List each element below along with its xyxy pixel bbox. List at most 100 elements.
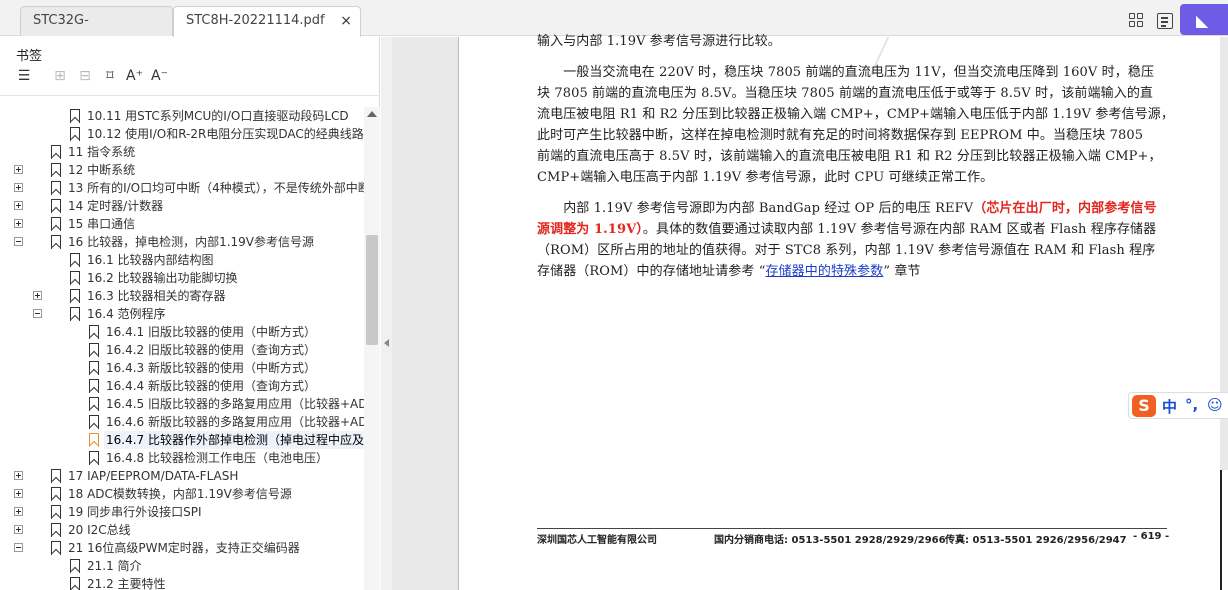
bookmark-item[interactable]: 19 同步串行外设接口SPI: [0, 503, 364, 521]
scroll-up-icon[interactable]: [367, 111, 377, 117]
expand-all-icon[interactable]: ☰: [16, 68, 32, 84]
bookmark-label: 16.2 比较器输出功能脚切换: [87, 271, 238, 285]
doc-line: 存储器（ROM）中的存储地址请参考 “存储器中的特殊参数” 章节: [537, 261, 921, 282]
expand-icon[interactable]: [14, 219, 23, 228]
text-span: 内部 1.19V 参考信号源即为内部 BandGap 经过 OP 后的电压 RE…: [537, 201, 974, 216]
bookmark-item[interactable]: 16.1 比较器内部结构图: [0, 251, 364, 269]
footer-phone: 国内分销商电话: 0513-5501 2928/2929/2966: [714, 535, 946, 546]
app-logo-button[interactable]: ◣: [1180, 4, 1228, 35]
expand-icon[interactable]: [14, 489, 23, 498]
collapse-icon[interactable]: [14, 543, 23, 552]
text-span: 。具体的数值要通过读取内部 1.19V 参考信号源在内部 RAM 区或者 Fla…: [642, 222, 1157, 237]
bookmark-item[interactable]: 11 指令系统: [0, 143, 364, 161]
page-number: - 619 -: [1133, 531, 1170, 542]
ime-mode-toggle[interactable]: 中: [1162, 396, 1177, 417]
text-span: ” 章节: [883, 264, 921, 279]
bookmark-icon: [51, 163, 61, 177]
logo-icon: ◣: [1196, 11, 1209, 30]
doc-line: 此时可产生比较器中断，这样在掉电检测时就有充足的时间将数据保存到 EEPROM …: [537, 128, 1144, 143]
bookmark-icon: [51, 487, 61, 501]
bookmark-label: 10.11 用STC系列MCU的I/O口直接驱动段码LCD: [87, 109, 349, 123]
tree-scrollbar[interactable]: [364, 107, 380, 590]
bookmark-label: 20 I2C总线: [68, 523, 131, 537]
page-view-icon[interactable]: [1157, 13, 1173, 29]
bookmark-item[interactable]: 18 ADC模数转换，内部1.19V参考信号源: [0, 485, 364, 503]
bookmark-item[interactable]: 21 16位高级PWM定时器，支持正交编码器: [0, 539, 364, 557]
bookmark-item[interactable]: 16.4.3 新版比较器的使用（中断方式）: [0, 359, 364, 377]
bookmark-item[interactable]: 16.4.7 比较器作外部掉电检测（掉电过程中应及时保: [0, 431, 364, 449]
bookmark-item[interactable]: 10.11 用STC系列MCU的I/O口直接驱动段码LCD: [0, 107, 364, 125]
emoji-icon[interactable]: ☺: [1207, 396, 1223, 414]
bookmark-item[interactable]: 20 I2C总线: [0, 521, 364, 539]
bookmark-item[interactable]: 16.4.6 新版比较器的多路复用应用（比较器+ADC输: [0, 413, 364, 431]
special-params-link[interactable]: 存储器中的特殊参数: [765, 264, 883, 279]
bookmark-label: 16 比较器，掉电检测，内部1.19V参考信号源: [68, 235, 315, 249]
bookmark-label: 16.4.2 旧版比较器的使用（查询方式）: [106, 343, 316, 357]
bookmark-icon: [89, 361, 99, 375]
bookmark-item[interactable]: 21.1 简介: [0, 557, 364, 575]
bookmark-label: 21 16位高级PWM定时器，支持正交编码器: [68, 541, 300, 555]
bookmark-icon[interactable]: ⌑: [102, 68, 118, 84]
bookmark-item[interactable]: 14 定时器/计数器: [0, 197, 364, 215]
bookmark-item[interactable]: 16.4.1 旧版比较器的使用（中断方式）: [0, 323, 364, 341]
bookmark-label: 16.4.5 旧版比较器的多路复用应用（比较器+ADC输: [106, 397, 364, 411]
expand-icon[interactable]: [14, 165, 23, 174]
collapse-icon[interactable]: [14, 237, 23, 246]
scroll-thumb[interactable]: [366, 235, 378, 345]
doc-line: 内部 1.19V 参考信号源即为内部 BandGap 经过 OP 后的电压 RE…: [537, 198, 1157, 219]
bookmark-icon: [70, 289, 80, 303]
bookmark-item[interactable]: 17 IAP/EEPROM/DATA-FLASH: [0, 467, 364, 485]
expand-icon[interactable]: [33, 291, 42, 300]
font-decrease-icon[interactable]: A⁻: [151, 68, 168, 84]
bookmark-icon: [70, 253, 80, 267]
bookmark-label: 12 中断系统: [68, 163, 136, 177]
bookmark-item[interactable]: 12 中断系统: [0, 161, 364, 179]
bookmark-icon: [70, 559, 80, 573]
expand-icon[interactable]: [14, 471, 23, 480]
bookmark-icon: [51, 523, 61, 537]
collapse-arrow-icon[interactable]: [384, 339, 389, 347]
bookmark-icon: [51, 199, 61, 213]
expand-icon[interactable]: [14, 507, 23, 516]
collapse-icon[interactable]: [33, 309, 42, 318]
bookmark-label: 16.1 比较器内部结构图: [87, 253, 214, 267]
bookmark-item[interactable]: 16.4.8 比较器检测工作电压（电池电压）: [0, 449, 364, 467]
tab-stc8h[interactable]: STC8H-20221114.pdf ×: [173, 6, 361, 37]
bookmark-icon: [89, 415, 99, 429]
punctuation-toggle[interactable]: °,: [1185, 396, 1198, 414]
bookmark-icon: [51, 505, 61, 519]
bookmark-item[interactable]: 16.4 范例程序: [0, 305, 364, 323]
bookmark-item[interactable]: 15 串口通信: [0, 215, 364, 233]
bookmark-item[interactable]: 13 所有的I/O口均可中断（4种模式），不是传统外部中断: [0, 179, 364, 197]
expand-icon[interactable]: [14, 201, 23, 210]
expand-icon[interactable]: [14, 183, 23, 192]
bookmark-item[interactable]: 16.3 比较器相关的寄存器: [0, 287, 364, 305]
bookmark-label: 17 IAP/EEPROM/DATA-FLASH: [68, 469, 239, 483]
bookmark-item[interactable]: 16.4.2 旧版比较器的使用（查询方式）: [0, 341, 364, 359]
bookmark-label: 14 定时器/计数器: [68, 199, 164, 213]
bookmark-item[interactable]: 16.4.4 新版比较器的使用（查询方式）: [0, 377, 364, 395]
bookmark-icon: [51, 145, 61, 159]
expand-icon[interactable]: [14, 525, 23, 534]
bookmark-label: 16.4 范例程序: [87, 307, 166, 321]
bookmark-item[interactable]: 10.12 使用I/O和R-2R电阻分压实现DAC的经典线路图: [0, 125, 364, 143]
footer-company: 深圳国芯人工智能有限公司: [537, 535, 657, 546]
bookmark-label: 16.4.6 新版比较器的多路复用应用（比较器+ADC输: [106, 415, 364, 429]
bookmark-icon: [70, 109, 80, 123]
bookmark-item[interactable]: 16.2 比较器输出功能脚切换: [0, 269, 364, 287]
doc-line: CMP+端输入电压高于内部 1.19V 参考信号源，此时 CPU 可继续正常工作…: [537, 170, 994, 185]
bookmark-label: 16.4.1 旧版比较器的使用（中断方式）: [106, 325, 316, 339]
panel-splitter[interactable]: [381, 37, 392, 590]
tab-stc32g[interactable]: STC32G-20221114.pdf: [20, 6, 173, 56]
sogou-logo-icon[interactable]: S: [1132, 395, 1156, 417]
bookmark-item[interactable]: 16.4.5 旧版比较器的多路复用应用（比较器+ADC输: [0, 395, 364, 413]
bookmark-icon: [70, 307, 80, 321]
doc-line: 输入与内部 1.19V 参考信号源进行比较。: [537, 34, 781, 49]
close-icon[interactable]: ×: [340, 7, 352, 35]
font-increase-icon[interactable]: A⁺: [126, 68, 143, 84]
bookmark-item[interactable]: 21.2 主要特性: [0, 575, 364, 590]
thumbnail-grid-icon[interactable]: [1129, 13, 1145, 29]
panel-title: 书签: [16, 49, 43, 64]
ime-toolbar[interactable]: S 中 °, ☺: [1128, 392, 1228, 419]
bookmark-item[interactable]: 16 比较器，掉电检测，内部1.19V参考信号源: [0, 233, 364, 251]
